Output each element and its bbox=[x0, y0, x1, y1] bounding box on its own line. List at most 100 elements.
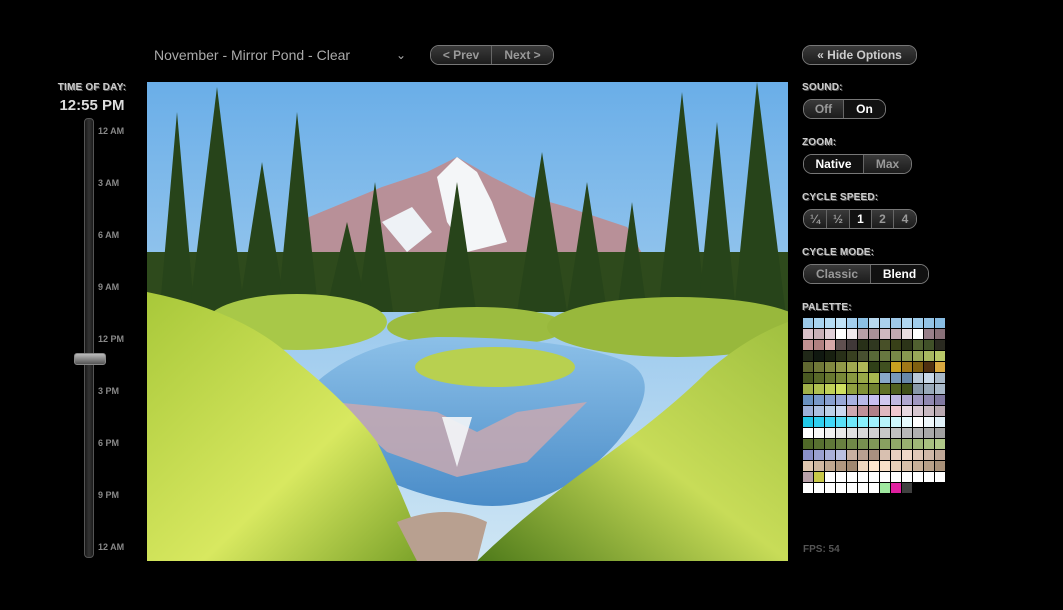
palette-swatch bbox=[803, 362, 813, 372]
palette-swatch bbox=[935, 450, 945, 460]
palette-swatch bbox=[902, 351, 912, 361]
palette-swatch bbox=[847, 406, 857, 416]
palette-swatch bbox=[924, 428, 934, 438]
sound-on-button[interactable]: On bbox=[844, 100, 885, 118]
palette-swatch bbox=[902, 428, 912, 438]
palette-swatch bbox=[803, 417, 813, 427]
cycle-mode-classic-button[interactable]: Classic bbox=[804, 265, 871, 283]
palette-swatch bbox=[902, 384, 912, 394]
palette-swatch bbox=[869, 351, 879, 361]
cycle-speed-toggle: ¼ ½ 1 2 4 bbox=[803, 209, 917, 229]
palette-swatch bbox=[847, 340, 857, 350]
palette-swatch bbox=[902, 417, 912, 427]
palette-swatch bbox=[902, 340, 912, 350]
time-tick-label: 6 PM bbox=[98, 438, 120, 448]
palette-swatch bbox=[847, 428, 857, 438]
palette-swatch bbox=[869, 428, 879, 438]
cycle-speed-2-button[interactable]: 2 bbox=[872, 210, 894, 228]
palette-swatch bbox=[814, 340, 824, 350]
palette-swatch bbox=[825, 483, 835, 493]
palette-swatch bbox=[858, 406, 868, 416]
palette-swatch bbox=[825, 351, 835, 361]
palette-swatch bbox=[825, 428, 835, 438]
palette-swatch bbox=[847, 483, 857, 493]
palette-swatch bbox=[858, 362, 868, 372]
palette-swatch bbox=[913, 329, 923, 339]
time-tick-label: 3 PM bbox=[98, 386, 120, 396]
time-slider-thumb[interactable] bbox=[74, 353, 106, 366]
palette-swatch bbox=[836, 395, 846, 405]
palette-swatch bbox=[880, 318, 890, 328]
time-slider-track[interactable] bbox=[84, 118, 94, 558]
time-tick-label: 3 AM bbox=[98, 178, 120, 188]
palette-swatch bbox=[803, 483, 813, 493]
palette-swatch bbox=[880, 362, 890, 372]
hide-options-button[interactable]: « Hide Options bbox=[803, 46, 916, 64]
palette-swatch bbox=[924, 417, 934, 427]
palette-swatch bbox=[891, 384, 901, 394]
zoom-native-button[interactable]: Native bbox=[804, 155, 864, 173]
palette-swatch bbox=[847, 351, 857, 361]
palette-swatch bbox=[803, 318, 813, 328]
palette-swatch bbox=[814, 417, 824, 427]
palette-swatch bbox=[847, 384, 857, 394]
palette-swatch bbox=[814, 472, 824, 482]
palette-swatch bbox=[935, 318, 945, 328]
cycle-speed-quarter-button[interactable]: ¼ bbox=[804, 210, 827, 228]
palette-swatch bbox=[858, 461, 868, 471]
palette-swatch bbox=[924, 450, 934, 460]
palette-swatch bbox=[869, 483, 879, 493]
next-button[interactable]: Next > bbox=[492, 46, 553, 64]
palette-swatch bbox=[803, 406, 813, 416]
cycle-mode-blend-button[interactable]: Blend bbox=[871, 265, 928, 283]
scene-select-value: November - Mirror Pond - Clear bbox=[154, 47, 351, 63]
palette-swatch bbox=[891, 351, 901, 361]
palette-swatch bbox=[858, 439, 868, 449]
time-of-day-label: TIME OF DAY: bbox=[57, 82, 127, 93]
palette-swatch bbox=[847, 395, 857, 405]
palette-swatch bbox=[924, 461, 934, 471]
palette-swatch bbox=[803, 472, 813, 482]
palette-swatch bbox=[803, 428, 813, 438]
palette-swatch bbox=[935, 395, 945, 405]
zoom-label: ZOOM: bbox=[802, 137, 837, 148]
cycle-speed-4-button[interactable]: 4 bbox=[894, 210, 916, 228]
palette-swatch bbox=[913, 450, 923, 460]
palette-swatch bbox=[913, 461, 923, 471]
palette-swatch bbox=[825, 318, 835, 328]
palette-swatch bbox=[902, 395, 912, 405]
palette-swatch bbox=[825, 373, 835, 383]
palette-swatch bbox=[814, 428, 824, 438]
palette-swatch bbox=[858, 373, 868, 383]
prev-button[interactable]: < Prev bbox=[431, 46, 492, 64]
cycle-speed-half-button[interactable]: ½ bbox=[827, 210, 850, 228]
palette-swatch bbox=[847, 329, 857, 339]
palette-swatch bbox=[869, 472, 879, 482]
palette-swatch bbox=[880, 351, 890, 361]
palette-swatch bbox=[825, 395, 835, 405]
palette-swatch bbox=[825, 362, 835, 372]
palette-swatch bbox=[858, 351, 868, 361]
palette-swatch bbox=[836, 384, 846, 394]
palette-swatch bbox=[924, 351, 934, 361]
palette-swatch bbox=[935, 340, 945, 350]
scene-select[interactable]: November - Mirror Pond - Clear ⌄ bbox=[148, 43, 412, 67]
cycle-speed-1-button[interactable]: 1 bbox=[850, 210, 872, 228]
time-tick-label: 12 AM bbox=[98, 126, 125, 136]
palette-swatch bbox=[913, 417, 923, 427]
palette-swatch bbox=[847, 472, 857, 482]
palette-swatch bbox=[902, 329, 912, 339]
palette-swatch bbox=[858, 472, 868, 482]
palette-swatch bbox=[880, 406, 890, 416]
palette-swatch bbox=[891, 329, 901, 339]
palette-swatch bbox=[814, 362, 824, 372]
palette-swatch bbox=[891, 472, 901, 482]
palette-swatch bbox=[836, 450, 846, 460]
palette-swatch bbox=[924, 373, 934, 383]
palette-swatch bbox=[891, 461, 901, 471]
zoom-max-button[interactable]: Max bbox=[864, 155, 911, 173]
sound-off-button[interactable]: Off bbox=[804, 100, 844, 118]
palette-swatch bbox=[836, 318, 846, 328]
palette-swatch bbox=[847, 362, 857, 372]
palette-swatch bbox=[869, 395, 879, 405]
